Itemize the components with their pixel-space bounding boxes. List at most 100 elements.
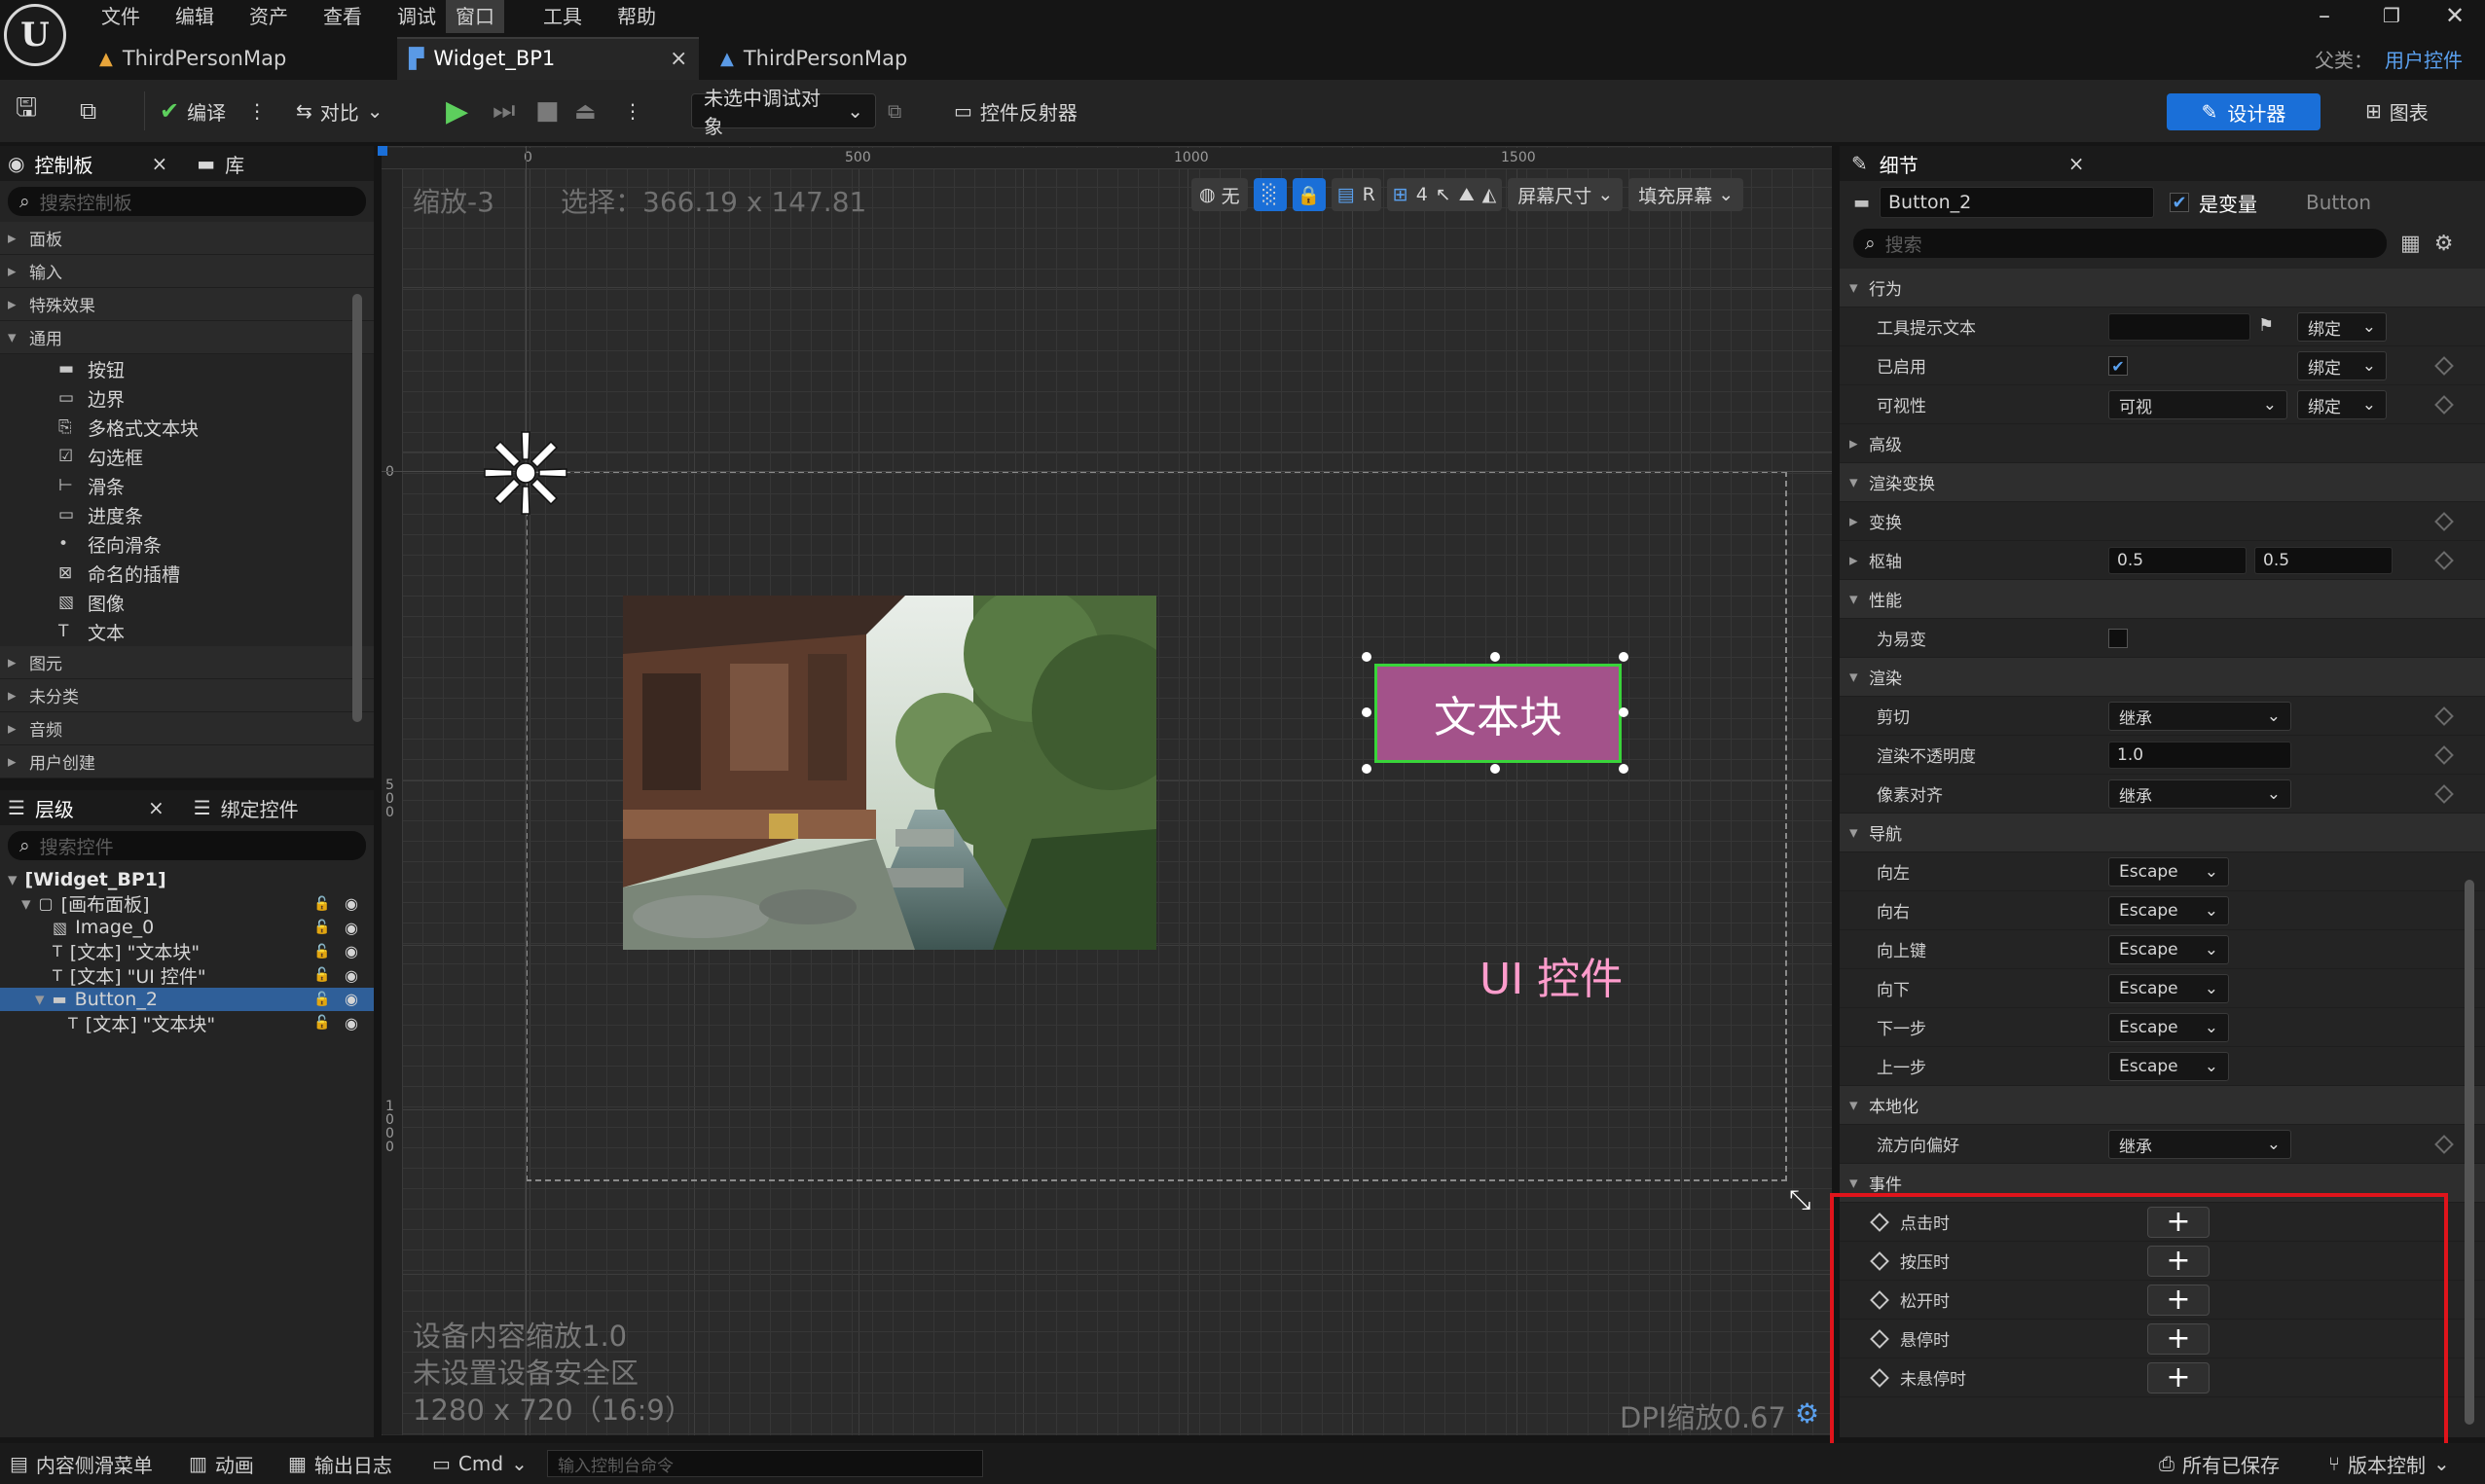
palette-item[interactable]: ⎘ 多格式文本块	[0, 413, 374, 442]
step-icon[interactable]: ⏭	[493, 93, 515, 128]
unlock-icon[interactable]: 🔓	[313, 967, 330, 983]
palette-category[interactable]: ▸ 输入	[0, 255, 374, 288]
localization-preview-button[interactable]: ◍ 无	[1191, 178, 1248, 211]
hierarchy-row[interactable]: T [文本] "UI 控件" 🔓 ◉	[0, 963, 374, 988]
grid-snap-group[interactable]: ⊞ 4 ↖ ⛰ ◭	[1386, 178, 1503, 211]
diff-button[interactable]: ⇆ 对比 ⌄	[296, 93, 384, 128]
button-widget[interactable]: 文本块	[1374, 664, 1622, 763]
unlock-icon[interactable]: 🔓	[313, 1015, 330, 1031]
property-dropdown[interactable]: 继承 ⌄	[2108, 779, 2291, 809]
tab-hierarchy[interactable]: 层级	[35, 794, 74, 822]
chevron-right-icon[interactable]: ▸	[1840, 434, 1869, 453]
chevron-right-icon[interactable]: ▸	[1840, 551, 1869, 570]
browse-icon[interactable]: ⧉	[80, 93, 96, 128]
parent-class-link[interactable]: 用户控件	[2385, 45, 2463, 73]
close-window-icon[interactable]: ✕	[2445, 2, 2465, 29]
menu-item-6[interactable]: 工具	[533, 0, 592, 33]
details-search-input[interactable]: ⌕ 搜索	[1853, 229, 2387, 258]
menu-item-5[interactable]: 窗口	[446, 0, 504, 33]
minimize-icon[interactable]: –	[2319, 2, 2330, 29]
anchor-icon[interactable]	[479, 426, 572, 520]
console-command-input[interactable]: 输入控制台命令	[547, 1450, 983, 1477]
bind-dropdown[interactable]: 绑定 ⌄	[2297, 351, 2387, 380]
resize-handle-icon[interactable]: ⤡	[1789, 1183, 1810, 1216]
tab-library[interactable]: 库	[225, 150, 244, 178]
eject-icon[interactable]: ⏏	[574, 93, 597, 128]
settings-icon[interactable]: ⚙	[2434, 232, 2454, 256]
palette-item[interactable]: ▭ 进度条	[0, 500, 374, 529]
navigation-dropdown[interactable]: Escape ⌄	[2108, 857, 2229, 887]
bind-dropdown[interactable]: 绑定 ⌄	[2297, 312, 2387, 342]
palette-scrollbar[interactable]	[352, 294, 362, 722]
flip-icon[interactable]: ◭	[1482, 184, 1497, 205]
dpi-settings-icon[interactable]: ⚙	[1795, 1397, 1819, 1430]
output-log-button[interactable]: ▦ 输出日志	[288, 1450, 392, 1477]
palette-category[interactable]: ▸ 音频	[0, 712, 374, 745]
palette-close-icon[interactable]: ×	[151, 152, 167, 175]
hierarchy-row[interactable]: ▾ [Widget_BP1]	[0, 868, 374, 892]
property-text-input[interactable]: 1.0	[2108, 742, 2291, 769]
palette-category[interactable]: ▾ 通用	[0, 321, 374, 354]
resize-handle[interactable]	[1619, 764, 1628, 774]
palette-category[interactable]: ▸ 未分类	[0, 679, 374, 712]
ui-text-widget[interactable]: UI 控件	[1480, 944, 1623, 1006]
navigation-dropdown[interactable]: Escape ⌄	[2108, 1013, 2229, 1042]
hierarchy-search-input[interactable]: ⌕ 搜索控件	[8, 831, 366, 860]
volatile-checkbox[interactable]	[2108, 629, 2128, 648]
palette-item[interactable]: ▭ 边界	[0, 383, 374, 413]
visibility-eye-icon[interactable]: ◉	[345, 894, 358, 913]
palette-category[interactable]: ▸ 特殊效果	[0, 288, 374, 321]
visibility-eye-icon[interactable]: ◉	[345, 990, 358, 1008]
details-section[interactable]: ▾ 性能	[1840, 580, 2485, 619]
reset-keyframe-diamond-icon[interactable]	[2434, 1135, 2454, 1154]
lock-icon[interactable]: 🔒	[1292, 178, 1326, 211]
save-icon[interactable]: 🖫	[16, 93, 37, 128]
unlock-icon[interactable]: 🔓	[313, 920, 330, 935]
transform-mode-group[interactable]: ▤ R	[1331, 178, 1381, 211]
restore-icon[interactable]: ❐	[2383, 4, 2400, 27]
palette-category[interactable]: ▸ 面板	[0, 222, 374, 255]
hierarchy-close-icon[interactable]: ×	[148, 796, 164, 819]
tab-thirdpersonmap-1[interactable]: ▲ ThirdPersonMap	[99, 39, 286, 78]
reset-keyframe-diamond-icon[interactable]	[2434, 745, 2454, 765]
property-dropdown[interactable]: 继承 ⌄	[2108, 702, 2291, 731]
hierarchy-row[interactable]: T [文本] "文本块" 🔓 ◉	[0, 1011, 374, 1035]
reset-keyframe-diamond-icon[interactable]	[2434, 706, 2454, 726]
resize-handle[interactable]	[1362, 652, 1371, 662]
unlock-icon[interactable]: 🔓	[313, 896, 330, 912]
graph-mode-button[interactable]: ⊞ 图表	[2365, 93, 2429, 128]
tab-widget-bp1[interactable]: ▛ Widget_BP1	[409, 39, 555, 78]
property-text-input[interactable]	[2108, 313, 2250, 341]
details-section[interactable]: ▾ 本地化	[1840, 1086, 2485, 1125]
widget-name-input[interactable]: Button_2	[1880, 187, 2155, 218]
tab-palette[interactable]: 控制板	[34, 150, 92, 178]
grid-size[interactable]: 4	[1416, 184, 1428, 205]
property-dropdown[interactable]: 可视 ⌄	[2108, 390, 2287, 419]
image-icon[interactable]: ⛰	[1459, 184, 1475, 205]
all-saved-button[interactable]: ⎙ 所有已保存	[2159, 1450, 2280, 1477]
pivot-y-input[interactable]: 0.5	[2254, 547, 2393, 574]
reset-keyframe-diamond-icon[interactable]	[2434, 551, 2454, 570]
resize-handle[interactable]	[1362, 764, 1371, 774]
tab-details[interactable]: 细节	[1880, 150, 1919, 178]
palette-category[interactable]: ▸ 图元	[0, 646, 374, 679]
stop-icon[interactable]: ■	[535, 93, 560, 128]
tab-thirdpersonmap-2[interactable]: ▲ ThirdPersonMap	[720, 39, 907, 78]
navigation-dropdown[interactable]: Escape ⌄	[2108, 1052, 2229, 1081]
is-variable-checkbox[interactable]: ✔	[2170, 193, 2190, 213]
resize-handle[interactable]	[1490, 764, 1500, 774]
visibility-eye-icon[interactable]: ◉	[345, 1014, 358, 1032]
cmd-dropdown[interactable]: ▭ Cmd ⌄	[432, 1450, 528, 1477]
render-transform-toggle[interactable]: R	[1363, 184, 1375, 205]
table-view-icon[interactable]: ▦	[2400, 232, 2421, 256]
content-drawer-button[interactable]: ▤ 内容侧滑菜单	[10, 1450, 153, 1477]
resize-handle[interactable]	[1490, 652, 1500, 662]
unreal-logo-icon[interactable]: U	[4, 4, 66, 66]
reset-keyframe-diamond-icon[interactable]	[2434, 512, 2454, 531]
visibility-eye-icon[interactable]: ◉	[345, 942, 358, 960]
details-section[interactable]: ▾ 行为	[1840, 269, 2485, 308]
palette-item[interactable]: T 文本	[0, 617, 374, 646]
tab-close-icon[interactable]: ×	[670, 39, 687, 78]
details-section[interactable]: ▾ 导航	[1840, 814, 2485, 852]
reset-keyframe-diamond-icon[interactable]	[2434, 784, 2454, 804]
